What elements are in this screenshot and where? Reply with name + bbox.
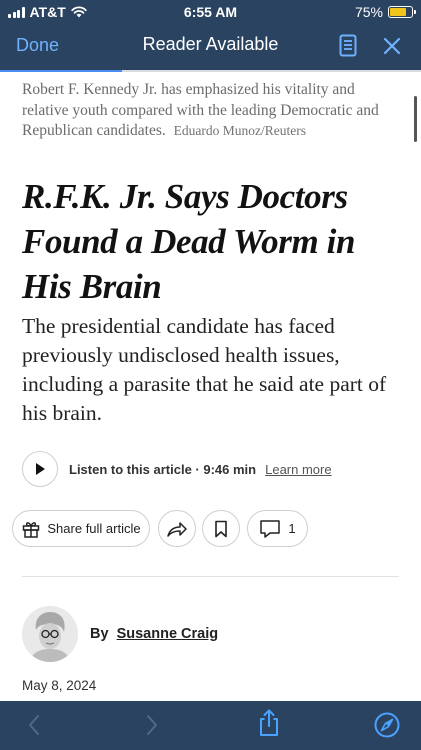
author-row: By Susanne Craig [22,605,218,662]
share-full-article-button[interactable]: Share full article [12,510,150,547]
reader-view-button[interactable] [336,33,360,59]
reader-view-icon [339,34,357,57]
byline: By Susanne Craig [90,626,218,642]
status-right: 75% [354,4,416,20]
share-button[interactable] [158,510,196,547]
gift-icon [23,521,40,538]
open-in-safari-button[interactable] [373,711,401,739]
close-button[interactable] [380,34,404,58]
publish-date: May 8, 2024 [22,678,97,693]
share-full-article-label: Share full article [47,521,141,536]
caption-credit: Eduardo Munoz/Reuters [173,123,306,138]
listen-row: Listen to this article · 9:46 min Learn … [22,450,332,488]
author-portrait-icon [22,605,78,662]
status-bar: AT&T 6:55 AM 75% [0,0,421,26]
reader-nav-bar: Done Reader Available [0,26,421,70]
article-content[interactable]: Robert F. Kennedy Jr. has emphasized his… [0,72,421,701]
image-caption: Robert F. Kennedy Jr. has emphasized his… [22,80,402,142]
comment-icon [260,519,281,538]
share-sheet-button[interactable] [255,709,283,737]
article-headline: R.F.K. Jr. Says Doctors Found a Dead Wor… [22,177,356,306]
author-avatar[interactable] [22,605,78,662]
author-link[interactable]: Susanne Craig [117,626,219,642]
save-button[interactable] [202,510,240,547]
article-summary: The presidential candidate has faced pre… [22,314,387,425]
comments-button[interactable]: 1 [247,510,308,547]
play-icon [36,463,45,475]
divider [22,576,399,577]
battery-level [390,8,406,16]
play-button[interactable] [22,451,58,487]
back-icon [29,715,39,735]
bookmark-icon [215,520,227,537]
battery-icon [388,6,416,18]
close-icon [383,37,401,55]
comment-count: 1 [288,521,296,536]
forward-button[interactable] [138,711,166,739]
compass-icon [374,712,400,738]
scroll-indicator [414,96,417,142]
forward-icon [147,715,157,735]
battery-percent: 75% [354,4,383,20]
listen-label: Listen to this article · 9:46 min [69,461,257,477]
byline-prefix: By [90,625,109,642]
browser-toolbar [0,701,421,750]
done-button[interactable]: Done [16,35,59,56]
learn-more-link[interactable]: Learn more [265,462,331,477]
share-arrow-icon [167,521,187,537]
back-button[interactable] [20,711,48,739]
share-icon [260,709,278,736]
